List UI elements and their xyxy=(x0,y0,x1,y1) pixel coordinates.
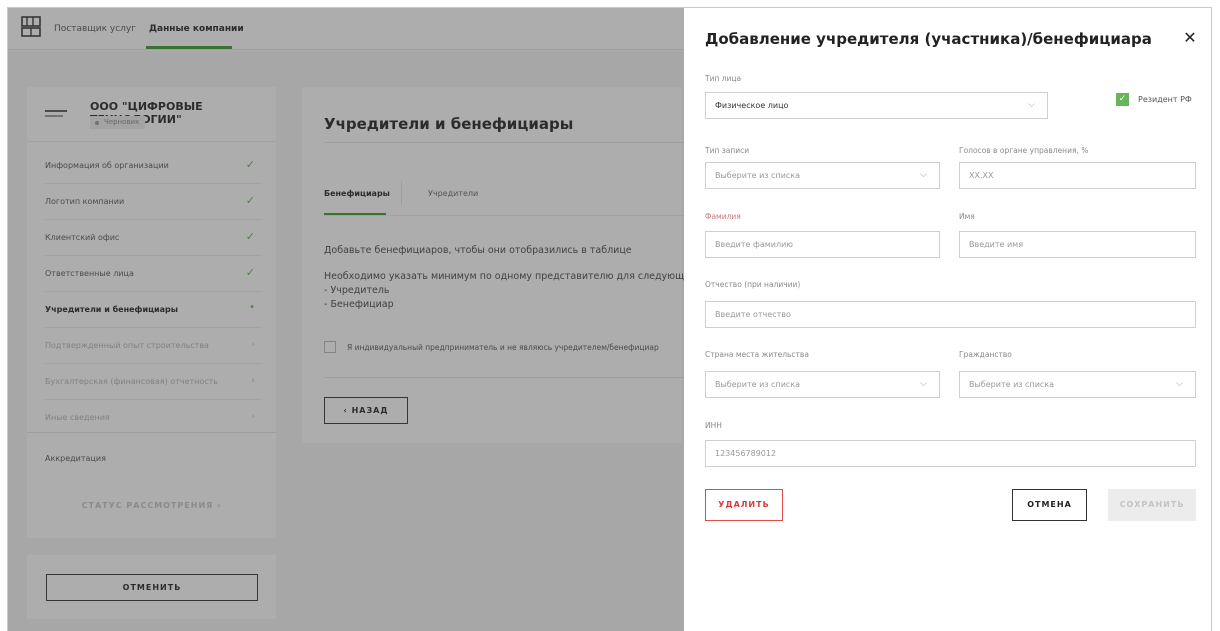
chevron-down-icon: ⌵ xyxy=(1176,379,1183,389)
inn-value: 123456789012 xyxy=(715,449,777,458)
inn-label: ИНН xyxy=(705,421,722,430)
citizenship-select[interactable]: Выберите из списка ⌵ xyxy=(959,371,1196,398)
name-placeholder: Введите имя xyxy=(969,240,1024,249)
country-select[interactable]: Выберите из списка ⌵ xyxy=(705,371,940,398)
person-type-select[interactable]: Физическое лицо ⌵ xyxy=(705,92,1048,119)
citizenship-placeholder: Выберите из списка xyxy=(969,380,1055,389)
cancel-button[interactable]: ОТМЕНА xyxy=(1012,489,1087,521)
person-type-label: Тип лица xyxy=(705,74,742,83)
surname-input[interactable]: Введите фамилию xyxy=(705,231,940,258)
add-founder-panel: Добавление учредителя (участника)/бенефи… xyxy=(684,8,1211,631)
name-input[interactable]: Введите имя xyxy=(959,231,1196,258)
chevron-down-icon: ⌵ xyxy=(920,170,927,180)
patronymic-placeholder: Введите отчество xyxy=(715,310,791,319)
modal-overlay[interactable] xyxy=(8,8,684,631)
record-type-select[interactable]: Выберите из списка ⌵ xyxy=(705,162,940,189)
votes-input[interactable]: XX.XX xyxy=(959,162,1196,189)
votes-label: Голосов в органе управления, % xyxy=(959,146,1089,155)
citizenship-label: Гражданство xyxy=(959,350,1012,359)
person-type-value: Физическое лицо xyxy=(715,101,789,110)
votes-placeholder: XX.XX xyxy=(969,171,994,180)
record-type-label: Тип записи xyxy=(705,146,750,155)
patronymic-input[interactable]: Введите отчество xyxy=(705,301,1196,328)
panel-title: Добавление учредителя (участника)/бенефи… xyxy=(705,30,1152,48)
name-label: Имя xyxy=(959,212,975,221)
delete-button[interactable]: УДАЛИТЬ xyxy=(705,489,783,521)
chevron-down-icon: ⌵ xyxy=(920,379,927,389)
surname-label: Фамилия xyxy=(705,212,741,221)
app-window: Поставщик услуг Данные компании ООО "ЦИФ… xyxy=(7,7,1212,631)
record-type-placeholder: Выберите из списка xyxy=(715,171,801,180)
chevron-down-icon: ⌵ xyxy=(1028,100,1035,110)
country-label: Страна места жительства xyxy=(705,350,809,359)
close-icon[interactable]: ✕ xyxy=(1180,28,1200,48)
inn-input[interactable]: 123456789012 xyxy=(705,440,1196,467)
surname-placeholder: Введите фамилию xyxy=(715,240,794,249)
country-placeholder: Выберите из списка xyxy=(715,380,801,389)
save-button[interactable]: СОХРАНИТЬ xyxy=(1108,489,1196,521)
resident-checkbox[interactable]: ✓ xyxy=(1116,93,1129,106)
patronymic-label: Отчество (при наличии) xyxy=(705,280,801,289)
resident-label: Резидент РФ xyxy=(1138,95,1192,104)
